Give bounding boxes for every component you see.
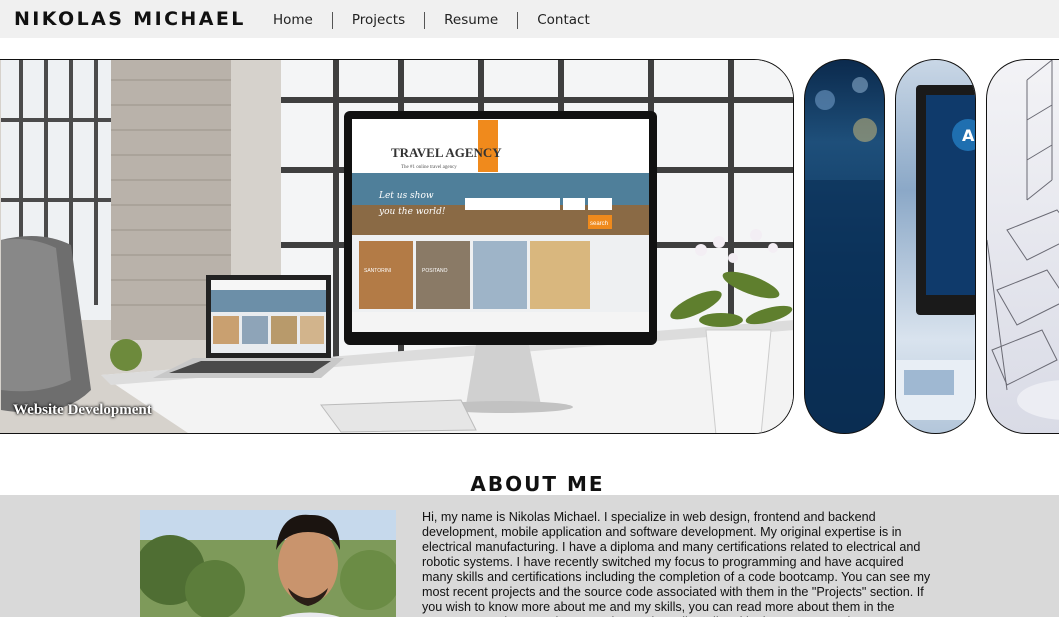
mockup-hero-line-2: you the world! [378,207,446,217]
slide-caption: Website Development [13,402,152,418]
nav-contact[interactable]: Contact [517,12,609,29]
nav-home[interactable]: Home [260,12,332,29]
svg-text:A: A [962,126,975,145]
about-heading: ABOUT ME [470,472,605,496]
blueprint-sketch-photo [987,60,1059,420]
website-development-photo: TRAVEL AGENCY The #1 online travel agenc… [0,60,793,433]
nav-projects[interactable]: Projects [331,12,424,29]
main-nav: Home Projects Resume Contact [260,12,609,29]
profile-photo [140,510,396,617]
blue-abstract-photo [805,77,884,433]
nav-resume[interactable]: Resume [424,12,517,29]
monitor-app-photo: A [896,85,975,420]
mockup-search-button: search [590,221,608,227]
mockup-site-name: TRAVEL AGENCY [391,145,502,160]
carousel-slide-4[interactable] [986,59,1059,434]
mockup-tile-2: POSITANO [422,268,448,274]
carousel-slide-website-development[interactable]: TRAVEL AGENCY The #1 online travel agenc… [0,59,794,434]
mockup-tagline: The #1 online travel agency [401,165,457,170]
about-section: Hi, my name is Nikolas Michael. I specia… [0,495,1059,617]
about-description: Hi, my name is Nikolas Michael. I specia… [422,510,931,617]
project-carousel: TRAVEL AGENCY The #1 online travel agenc… [0,59,1059,435]
top-navigation-bar: NIKOLAS MICHAEL Home Projects Resume Con… [0,0,1059,38]
site-brand[interactable]: NIKOLAS MICHAEL [14,8,246,30]
mockup-tile-1: SANTORINI [364,268,391,274]
carousel-slide-3[interactable]: A [895,59,976,434]
mockup-hero-line-1: Let us show [378,191,434,201]
carousel-slide-2[interactable] [804,59,885,434]
